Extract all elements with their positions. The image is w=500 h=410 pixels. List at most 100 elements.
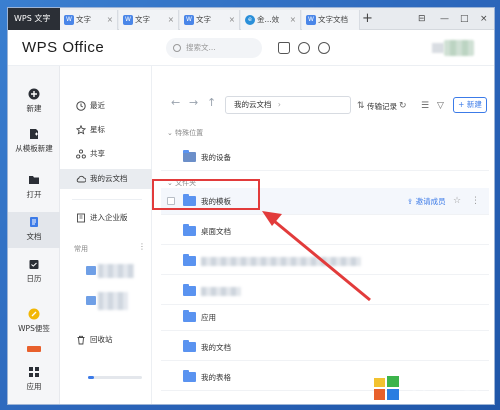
settings-icon[interactable] <box>298 42 310 54</box>
rail-apps[interactable]: 应用 <box>8 366 60 392</box>
edge-browser-icon: e <box>245 15 255 25</box>
rail-wps-notes[interactable]: WPS便签 <box>8 308 60 334</box>
cloud-icon <box>76 175 86 183</box>
tab-label: 金...效 <box>257 15 280 24</box>
maximize-button[interactable]: □ <box>460 8 469 30</box>
rail-label: 文档 <box>26 232 42 241</box>
chevron-down-icon[interactable]: ⌄ <box>167 129 173 137</box>
nav-item-my-cloud-docs[interactable]: 我的云文档 <box>60 169 152 189</box>
tab-document-2[interactable]: W 文字 × <box>119 10 179 30</box>
app-header: WPS Office 搜索文... <box>8 30 494 66</box>
tab-document-3[interactable]: W 文字 × <box>180 10 240 30</box>
storage-progress-bar <box>88 376 142 379</box>
nav-label: 最近 <box>90 101 105 110</box>
nav-item-starred[interactable]: 星标 <box>60 120 152 140</box>
watermark-logo-icon <box>374 376 399 400</box>
refresh-icon[interactable]: ↻ <box>399 101 409 111</box>
list-item-my-documents[interactable]: 我的文档 <box>161 334 489 361</box>
list-item-my-device[interactable]: 我的设备 <box>161 144 489 171</box>
forward-arrow-icon[interactable]: → <box>189 96 198 109</box>
list-item-blurred[interactable] <box>161 278 489 305</box>
tab-document-5[interactable]: W 文字文档 <box>302 10 360 30</box>
star-icon <box>76 125 86 135</box>
nav-item-enterprise[interactable]: 进入企业版 <box>60 208 152 228</box>
device-folder-icon <box>183 150 196 162</box>
item-name: 我的设备 <box>201 153 231 162</box>
document-icon <box>30 217 38 227</box>
list-item-desktop-docs[interactable]: 桌面文档 <box>161 218 489 245</box>
calendar-icon <box>29 260 39 269</box>
rail-label: 新建 <box>26 104 42 113</box>
watermark-url: www.ycwjzy.com <box>412 392 471 400</box>
close-icon[interactable]: × <box>107 10 113 30</box>
common-item-blurred[interactable] <box>98 264 134 278</box>
word-doc-icon: W <box>123 15 133 25</box>
close-icon[interactable]: × <box>168 10 174 30</box>
folder-open-icon <box>29 176 39 184</box>
message-icon[interactable] <box>318 42 330 54</box>
trash-icon <box>77 335 85 345</box>
tab-browser[interactable]: e 金...效 × <box>241 10 301 30</box>
tab-label: 文字 <box>196 15 211 24</box>
main-content: ← → ↑ 我的云文档 › ⇅ 传输记录 ↻ ☰ ▽ + 新建 ⌄ 特殊位置 我… <box>153 66 494 404</box>
close-icon[interactable]: × <box>229 10 235 30</box>
highlight-box <box>152 179 260 210</box>
wps-office-logo: WPS Office <box>22 39 105 56</box>
tab-label: 文字 <box>135 15 150 24</box>
close-window-button[interactable]: × <box>480 8 488 30</box>
item-name: 我的表格 <box>201 373 231 382</box>
rail-documents[interactable]: 文档 <box>8 212 60 248</box>
close-icon[interactable]: × <box>290 10 296 30</box>
list-view-icon[interactable]: ☰ <box>421 101 431 111</box>
screen-switch-icon[interactable]: ⊟ <box>418 8 426 30</box>
enterprise-icon <box>77 213 85 223</box>
item-name: 应用 <box>201 313 216 322</box>
nav-item-recycle-bin[interactable]: 回收站 <box>60 330 152 350</box>
back-arrow-icon[interactable]: ← <box>171 96 180 109</box>
divider <box>72 199 142 200</box>
wps-notes-icon <box>28 308 40 320</box>
avatar[interactable] <box>444 40 474 56</box>
minimize-button[interactable]: — <box>440 8 449 30</box>
user-name-blurred <box>432 43 444 53</box>
word-doc-icon: W <box>64 15 74 25</box>
skin-icon[interactable] <box>278 42 290 54</box>
rail-promo-icon[interactable] <box>8 346 60 352</box>
up-arrow-icon[interactable]: ↑ <box>207 96 216 109</box>
rail-calendar[interactable]: 日历 <box>8 258 60 284</box>
folder-icon <box>183 310 196 322</box>
star-icon[interactable]: ☆ <box>453 188 461 215</box>
filter-icon[interactable]: ▽ <box>437 101 447 111</box>
rail-label: WPS便签 <box>18 324 50 333</box>
new-button[interactable]: + 新建 <box>453 97 487 113</box>
common-item-blurred[interactable] <box>98 292 128 310</box>
rail-open[interactable]: 打开 <box>8 174 60 200</box>
folder-icon <box>86 266 96 275</box>
rail-new-from-template[interactable]: 从模板新建 <box>8 128 60 154</box>
list-item-apps[interactable]: 应用 <box>161 304 489 331</box>
invite-members-button[interactable]: ⇪ 邀请成员 <box>407 188 446 215</box>
watermark-title: 纯净系统之家 <box>404 378 486 393</box>
folder-icon <box>183 254 196 266</box>
storage-progress-fill <box>88 376 95 379</box>
item-name: 桌面文档 <box>201 227 231 236</box>
share-icon <box>76 149 86 159</box>
list-item-blurred[interactable] <box>161 248 489 275</box>
new-tab-button[interactable]: + <box>362 10 373 28</box>
breadcrumb[interactable]: 我的云文档 › <box>225 96 351 114</box>
more-icon[interactable]: ⋮ <box>138 242 146 251</box>
rail-new[interactable]: 新建 <box>8 88 60 114</box>
item-name: 我的文档 <box>201 343 231 352</box>
nav-label: 我的云文档 <box>90 174 128 183</box>
nav-item-recent[interactable]: 最近 <box>60 96 152 116</box>
nav-item-shared[interactable]: 共享 <box>60 144 152 164</box>
tab-label: 文字 <box>76 15 91 24</box>
transfer-records-button[interactable]: 传输记录 <box>367 101 397 112</box>
transfer-icon: ⇅ <box>357 101 365 111</box>
nav-label: 星标 <box>90 125 105 134</box>
template-icon <box>30 129 38 139</box>
more-icon[interactable]: ⋮ <box>471 188 480 215</box>
tab-document-1[interactable]: W 文字 × <box>60 10 118 30</box>
tab-wps-home[interactable]: WPS 文字 <box>8 8 60 30</box>
item-name-blurred <box>201 257 361 266</box>
